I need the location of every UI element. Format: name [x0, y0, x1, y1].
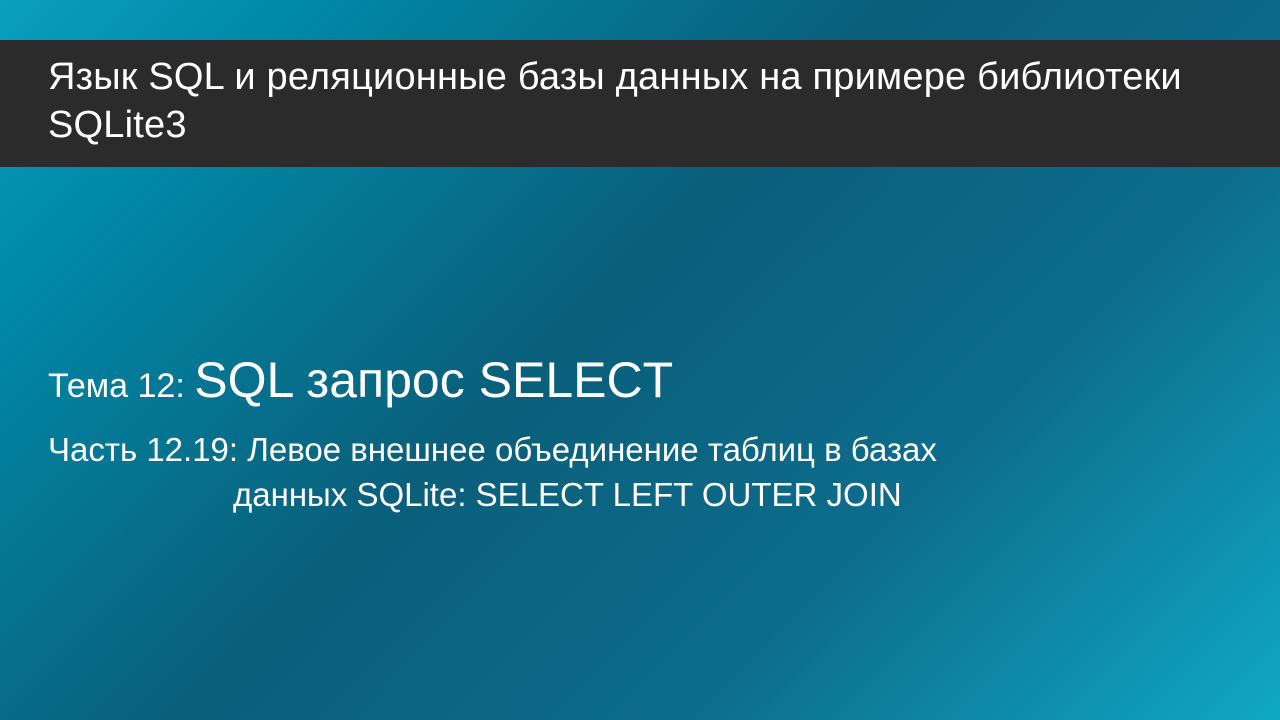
theme-prefix: Тема 12:	[48, 367, 194, 405]
slide-course-title: Язык SQL и реляционные базы данных на пр…	[48, 54, 1232, 149]
part-line-row1: Часть 12.19: Левое внешнее объединение т…	[48, 428, 1232, 473]
slide-content: Тема 12: SQL запрос SELECT Часть 12.19: …	[48, 350, 1232, 517]
part-line-row2: данных SQLite: SELECT LEFT OUTER JOIN	[48, 473, 1232, 518]
part-text-1: Левое внешнее объединение таблиц в базах	[247, 431, 937, 468]
theme-title: SQL запрос SELECT	[194, 352, 673, 408]
part-line: Часть 12.19: Левое внешнее объединение т…	[48, 428, 1232, 517]
part-text-2: данных SQLite: SELECT LEFT OUTER JOIN	[233, 476, 902, 513]
header-bar: Язык SQL и реляционные базы данных на пр…	[0, 40, 1280, 167]
theme-line: Тема 12: SQL запрос SELECT	[48, 350, 1232, 410]
part-prefix: Часть 12.19:	[48, 431, 247, 468]
